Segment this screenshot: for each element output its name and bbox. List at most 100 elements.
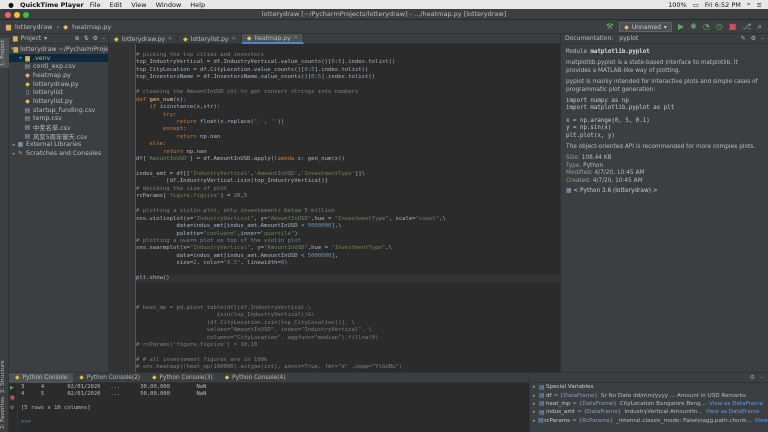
tree-node[interactable]: ◆ lotterydraw.py	[9, 80, 108, 89]
code-line[interactable]: else:	[136, 141, 560, 148]
editor-tab[interactable]: ◆ lotterydraw.py ✕	[109, 34, 179, 44]
menu-edit[interactable]: Edit	[110, 1, 123, 9]
coverage-icon[interactable]: ◔	[703, 22, 710, 32]
code-line[interactable]: def gen_num(x):	[136, 97, 560, 104]
console-tab[interactable]: ◆ Python Console(4)	[219, 373, 292, 383]
collapse-icon[interactable]: ⇅	[84, 35, 89, 42]
code-line[interactable]: isin(top_IndustryVertical))&\	[136, 312, 560, 319]
code-line[interactable]: top_IndustryVertical = df.IndustryVertic…	[136, 59, 560, 66]
menubar-clock[interactable]: Fri 6:52 PM	[705, 1, 741, 9]
code-line[interactable]: top_InvestorsName = df.InvestorsName.val…	[136, 74, 560, 81]
code-editor[interactable]: # picking the top cities and investors to…	[109, 44, 560, 372]
console-tab[interactable]: ◆ Python Console(2)	[73, 373, 146, 383]
run-icon[interactable]: ▶	[678, 22, 684, 32]
code-line[interactable]: palette="coolwarm",inner="quartile")	[136, 231, 560, 238]
code-line[interactable]: # # all investement figures are in 100k	[136, 357, 560, 364]
code-line[interactable]	[136, 297, 560, 304]
editor-gutter[interactable]	[109, 44, 136, 372]
code-line[interactable]: # plotting a swarm plot on top of the vi…	[136, 238, 560, 245]
code-line[interactable]: # heat_mp = pd.pivot_table(df[(df.Indust…	[136, 305, 560, 312]
run-config-dropdown[interactable]: ◆ Unnamed ▾	[619, 22, 672, 32]
debug-icon[interactable]: ✱	[690, 22, 697, 32]
tree-node[interactable]: ▤ conti_exp.csv	[9, 62, 108, 71]
minimize-window-button[interactable]	[14, 12, 20, 18]
code-line[interactable]: indus_amt = df[['IndustryVertical','Amou…	[136, 171, 560, 178]
code-line[interactable]: return np.nan	[136, 149, 560, 156]
tree-node[interactable]: ▤ 中奖名单.csv	[9, 123, 108, 132]
code-line[interactable]: try:	[136, 112, 560, 119]
view-as-dataframe-link[interactable]: View as DataFrame	[709, 401, 763, 407]
close-window-button[interactable]	[5, 12, 11, 18]
code-line[interactable]	[136, 283, 560, 290]
code-line[interactable]: # sns.heatmap((heat_mp/100000).astype(in…	[136, 364, 560, 371]
variable-row[interactable]: ▸ ▤ heat_mp = {DataFrame} CityLocation Banga…	[530, 400, 768, 408]
rerun-icon[interactable]: ▶	[9, 383, 17, 393]
code-line[interactable]: values="AmountInUSD", index="IndustryVer…	[136, 327, 560, 334]
code-line[interactable]: rcParams['figure.figsize'] = 20,5	[136, 193, 560, 200]
tree-node[interactable]: ▸ ▆ .venv	[9, 53, 108, 63]
code-line[interactable]: data=indus_amt[indus_amt.AmountInUSD < 5…	[136, 223, 560, 230]
tree-node[interactable]: ◆ heatmap.py	[9, 71, 108, 80]
code-line[interactable]: # picking the top cities and investors	[136, 52, 560, 59]
hide-icon[interactable]: –	[761, 35, 764, 42]
breadcrumb-file[interactable]: heatmap.py	[72, 23, 111, 31]
code-line[interactable]: df['AmountInUSD'] = df.AmountInUSD.apply…	[136, 156, 560, 163]
menu-window[interactable]: Window	[156, 1, 182, 9]
breadcrumb-project[interactable]: lotterydraw	[15, 23, 53, 31]
code-line[interactable]: except:	[136, 126, 560, 133]
settings-icon[interactable]: ⚙	[9, 403, 17, 413]
console-tab[interactable]: ◆ Python Console(3)	[146, 373, 219, 383]
code-content[interactable]: # picking the top cities and investors to…	[136, 52, 560, 372]
code-line[interactable]: columns="CityLocation", aggfunc="median"…	[136, 335, 560, 342]
menu-view[interactable]: View	[131, 1, 146, 9]
editor-tab[interactable]: ◆ heatmap.py ✕	[241, 34, 304, 44]
tree-node[interactable]: ▾ ▆ lotterydraw ~/PycharmProject	[9, 45, 108, 54]
gear-icon[interactable]: ⚙	[93, 35, 98, 42]
project-tool-tab[interactable]: 1: Project	[0, 38, 9, 68]
vcs-icon[interactable]: ⎇	[742, 22, 751, 32]
favorites-tool-tab[interactable]: 2: Favorites	[0, 396, 9, 430]
code-line[interactable]: plt.show()	[136, 275, 560, 283]
code-line[interactable]	[136, 290, 560, 297]
code-line[interactable]: [df.IndustryVertical.isin(top_IndustryVe…	[136, 178, 560, 185]
view-as-dataframe-link[interactable]: View	[755, 418, 768, 424]
code-line[interactable]: # plotting a violin-plot, only investeme…	[136, 208, 560, 215]
structure-tool-tab[interactable]: 2: Structure	[0, 359, 9, 395]
close-icon[interactable]: ✕	[294, 35, 298, 41]
variable-row[interactable]: ▸ ▤ Special Variables	[530, 383, 768, 391]
code-line[interactable]: data=indus_amt[indus_amt.AmountInUSD < 5…	[136, 253, 560, 260]
code-line[interactable]: sns.violinplot(x="IndustryVertical", y="…	[136, 216, 560, 223]
hide-icon[interactable]: –	[102, 35, 105, 42]
code-line[interactable]: size=2, color="0.5", linewidth=0)	[136, 260, 560, 267]
build-icon[interactable]: ⚒	[606, 22, 613, 32]
console-prompt[interactable]: >>>	[21, 419, 206, 426]
hide-icon[interactable]: –	[760, 374, 763, 381]
editor-tab[interactable]: ◆ lotterylist.py ✕	[178, 34, 242, 44]
gear-icon[interactable]: ⚙	[751, 35, 756, 42]
tree-node[interactable]: ▯ lotterylist	[9, 88, 108, 97]
spotlight-icon[interactable]: ⌕	[747, 0, 751, 9]
search-icon[interactable]: ⌕	[758, 22, 762, 32]
code-line[interactable]: top_CityLocation = df.CityLocation.value…	[136, 67, 560, 74]
apple-icon[interactable]: ●	[6, 1, 16, 9]
code-line[interactable]: sns.swarmplot(x="IndustryVertical", y="A…	[136, 245, 560, 252]
gear-icon[interactable]: ⚙	[750, 374, 755, 381]
console-output[interactable]: 3 4 02/01/2020 ... 30,00,000 NaN 4 5 02/0…	[21, 384, 206, 426]
close-icon[interactable]: ✕	[232, 36, 236, 42]
battery-icon[interactable]: ▭	[693, 1, 699, 9]
zoom-window-button[interactable]	[23, 12, 29, 18]
code-line[interactable]: return np.nan	[136, 134, 560, 141]
chevron-down-icon[interactable]: ▾	[44, 35, 47, 42]
code-line[interactable]: (df.CityLocation.isin(top_CityLocation))…	[136, 320, 560, 327]
close-icon[interactable]: ✕	[168, 36, 172, 42]
project-panel-title[interactable]: Project	[21, 35, 42, 42]
code-line[interactable]	[136, 164, 560, 171]
tree-node[interactable]: ▤ 风变5周年御天.csv	[9, 132, 108, 141]
tree-node[interactable]: ▸ ▦ External Libraries	[9, 141, 108, 150]
code-line[interactable]	[136, 350, 560, 357]
doc-library-link[interactable]: ▦ < Python 3.6 (lotterydraw) >	[566, 188, 764, 195]
edit-source-icon[interactable]: ✎	[741, 35, 746, 42]
code-line[interactable]: # rcParams['figure.figsize'] = 10,10	[136, 342, 560, 349]
code-line[interactable]: return float(x.replace(',', ''))	[136, 119, 560, 126]
console-tab[interactable]: ◆ Python Console	[9, 373, 74, 383]
